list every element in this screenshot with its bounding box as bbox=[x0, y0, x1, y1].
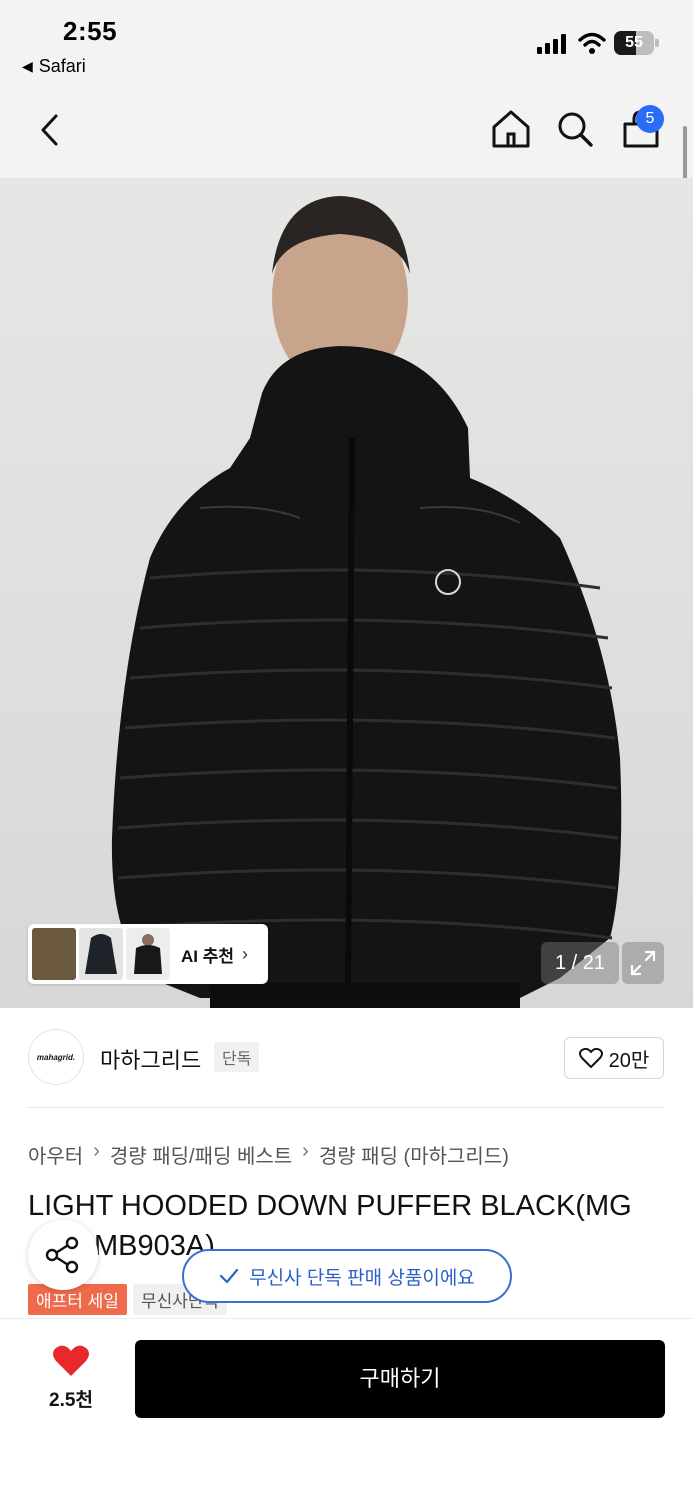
ai-recommend-label: AI 추천 bbox=[181, 946, 235, 966]
search-icon[interactable] bbox=[556, 110, 594, 148]
recommend-thumbnail-3[interactable] bbox=[126, 928, 170, 980]
back-app-label: Safari bbox=[38, 56, 86, 76]
ai-recommend-card[interactable]: AI 추천 › bbox=[28, 924, 268, 984]
expand-fullscreen-icon[interactable] bbox=[622, 942, 664, 984]
buy-button[interactable]: 구매하기 bbox=[135, 1340, 665, 1418]
brand-logo[interactable]: mahagrid. bbox=[28, 1029, 84, 1085]
breadcrumb-item-outer[interactable]: 아우터 bbox=[28, 1140, 83, 1169]
cart-count-badge: 5 bbox=[636, 105, 664, 133]
divider bbox=[28, 1107, 664, 1108]
battery-percent: 55 bbox=[625, 34, 643, 51]
check-icon bbox=[220, 1268, 239, 1284]
status-time: 2:55 bbox=[63, 16, 118, 46]
exclusive-toast: 무신사 단독 판매 상품이에요 bbox=[182, 1249, 512, 1303]
back-to-safari-link[interactable]: ◀ Safari bbox=[22, 56, 86, 77]
after-sale-badge: 애프터 세일 bbox=[28, 1284, 127, 1315]
product-image[interactable] bbox=[0, 178, 693, 1008]
product-title-line-1: LIGHT HOODED DOWN PUFFER BLACK(MG bbox=[28, 1190, 632, 1222]
chevron-right-icon: › bbox=[242, 943, 249, 964]
favorite-count: 2.5천 bbox=[49, 1390, 93, 1411]
share-icon[interactable] bbox=[28, 1220, 98, 1290]
back-arrow-icon[interactable] bbox=[34, 110, 68, 150]
exclusive-tag: 단독 bbox=[214, 1042, 260, 1072]
recommend-thumbnail-2[interactable] bbox=[79, 928, 123, 980]
breadcrumb: 아우터 › 경량 패딩/패딩 베스트 › 경량 패딩 (마하그리드) bbox=[28, 1140, 509, 1169]
top-nav-bar bbox=[0, 88, 693, 178]
chevron-right-icon: › bbox=[302, 1140, 309, 1162]
image-page-indicator: 1 / 21 bbox=[541, 942, 619, 984]
model-in-black-puffer-jacket-image bbox=[111, 196, 622, 1008]
status-bar: 2:55 ◀ Safari 55 bbox=[0, 0, 693, 88]
home-icon[interactable] bbox=[490, 108, 532, 150]
recommend-thumbnail-1[interactable] bbox=[32, 928, 76, 980]
battery-indicator: 55 bbox=[614, 31, 660, 55]
heart-outline-icon bbox=[578, 1047, 603, 1068]
chevron-right-icon: › bbox=[93, 1140, 100, 1162]
breadcrumb-item-light-padding[interactable]: 경량 패딩/패딩 베스트 bbox=[110, 1140, 292, 1169]
brand-like-button[interactable]: 20만 bbox=[564, 1037, 664, 1079]
toast-text: 무신사 단독 판매 상품이에요 bbox=[249, 1267, 475, 1289]
back-triangle-icon: ◀ bbox=[22, 58, 33, 74]
cellular-signal-icon bbox=[537, 34, 566, 54]
breadcrumb-item-brand-padding[interactable]: 경량 패딩 (마하그리드) bbox=[319, 1140, 509, 1169]
brand-name-link[interactable]: 마하그리드 bbox=[100, 1043, 201, 1075]
wifi-icon bbox=[578, 32, 606, 54]
heart-filled-icon[interactable] bbox=[52, 1344, 90, 1378]
brand-like-count: 20만 bbox=[608, 1049, 650, 1072]
